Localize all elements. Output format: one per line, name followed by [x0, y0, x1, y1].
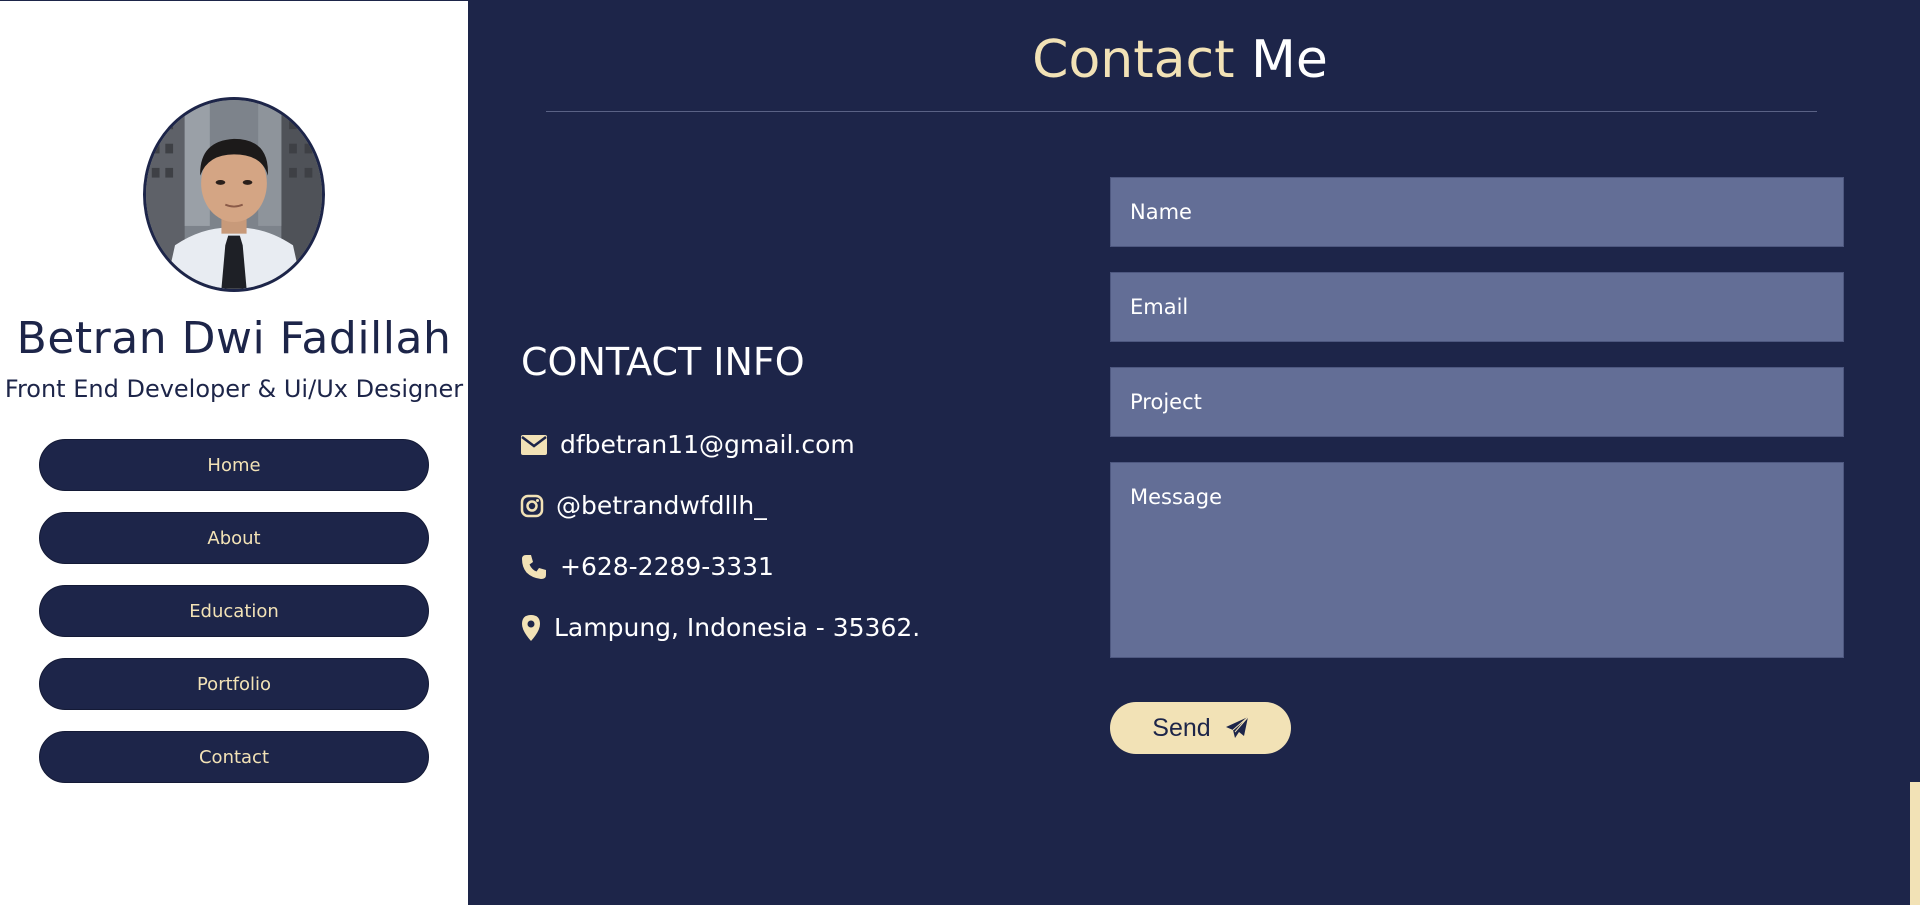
title-divider [546, 111, 1817, 112]
name-input[interactable] [1110, 177, 1844, 247]
scroll-indicator [1910, 782, 1920, 905]
sidebar: Betran Dwi Fadillah Front End Developer … [0, 0, 468, 905]
map-pin-icon [522, 614, 540, 641]
instagram-icon [520, 494, 544, 517]
contact-phone-text[interactable]: +628-2289-3331 [560, 552, 774, 581]
paper-plane-icon [1225, 716, 1249, 738]
page-title-rest: Me [1250, 30, 1328, 90]
send-button[interactable]: Send [1110, 702, 1291, 754]
profile-name: Betran Dwi Fadillah [16, 313, 452, 364]
nav-home-button[interactable]: Home [39, 439, 429, 491]
nav-about-button[interactable]: About [39, 512, 429, 564]
profile-photo [146, 100, 322, 289]
email-input[interactable] [1110, 272, 1844, 342]
page-title-accent: Contact [1032, 30, 1235, 90]
contact-location: Lampung, Indonesia - 35362. [520, 613, 920, 642]
contact-phone: +628-2289-3331 [520, 552, 774, 581]
contact-location-text: Lampung, Indonesia - 35362. [554, 613, 921, 642]
contact-instagram-text[interactable]: @betrandwfdllh_ [556, 491, 767, 520]
envelope-icon [521, 434, 547, 455]
sidebar-nav: Home About Education Portfolio Contact [39, 439, 429, 804]
contact-instagram: @betrandwfdllh_ [520, 491, 767, 520]
nav-portfolio-button[interactable]: Portfolio [39, 658, 429, 710]
contact-info-heading: CONTACT INFO [521, 340, 805, 384]
page-title: Contact Me [468, 30, 1892, 90]
nav-contact-button[interactable]: Contact [39, 731, 429, 783]
send-button-label: Send [1152, 713, 1211, 742]
project-input[interactable] [1110, 367, 1844, 437]
contact-section: Contact Me CONTACT INFO dfbetran11@gmail… [468, 0, 1920, 905]
profile-role: Front End Developer & Ui/Ux Designer [4, 375, 464, 403]
contact-email-text[interactable]: dfbetran11@gmail.com [560, 430, 855, 459]
contact-email: dfbetran11@gmail.com [520, 430, 855, 459]
avatar [143, 97, 325, 292]
nav-education-button[interactable]: Education [39, 585, 429, 637]
message-textarea[interactable] [1110, 462, 1844, 658]
phone-icon [522, 554, 546, 579]
